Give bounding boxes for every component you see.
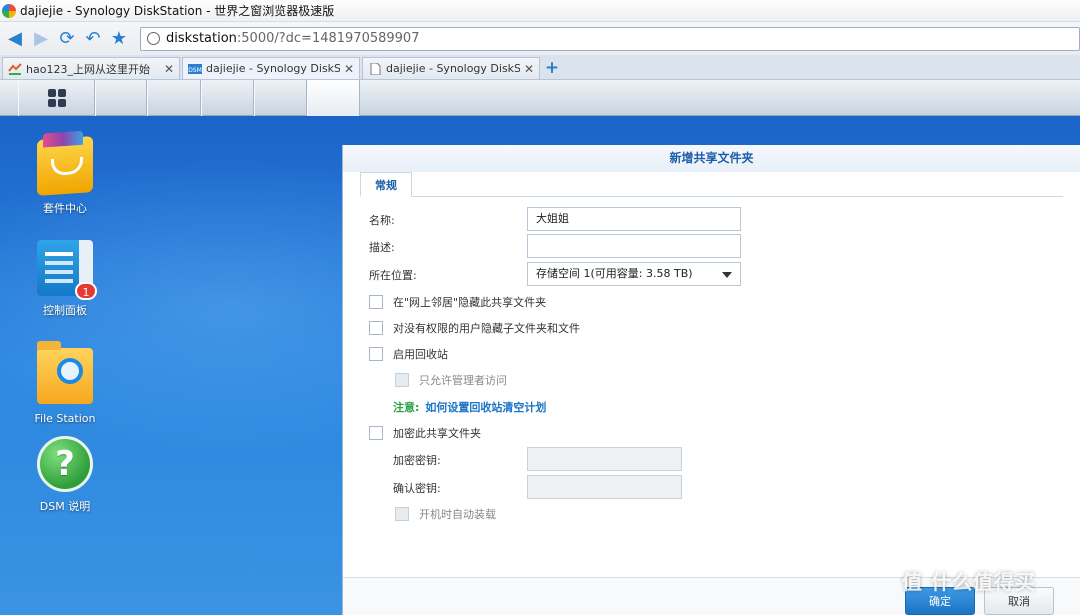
hide-network-label: 在"网上邻居"隐藏此共享文件夹: [393, 296, 547, 309]
svg-text:DSM: DSM: [188, 67, 202, 74]
refresh-icon[interactable]: ⟳: [56, 28, 78, 50]
tab-label: dajiejie - Synology DiskSta: [206, 62, 340, 75]
hide-network-row[interactable]: 在"网上邻居"隐藏此共享文件夹: [369, 294, 546, 310]
enc-key-label: 加密密钥:: [393, 454, 441, 467]
description-input[interactable]: [527, 234, 741, 258]
hide-subfolders-label: 对没有权限的用户隐藏子文件夹和文件: [393, 322, 580, 335]
globe-icon: [147, 32, 160, 45]
tab-hao123[interactable]: hao123_上网从这里开始 ✕: [2, 57, 180, 79]
encrypt-checkbox[interactable]: [369, 426, 383, 440]
close-icon[interactable]: ✕: [524, 62, 534, 76]
browser-toolbar: ◀ ▶ ⟳ ↶ ★ diskstation :5000/?dc=14819705…: [0, 22, 1080, 55]
help-icon: ?: [37, 436, 93, 492]
note-label: 注意:: [393, 401, 420, 414]
hide-network-checkbox[interactable]: [369, 295, 383, 309]
taskbar-slot[interactable]: [254, 80, 307, 116]
url-host: diskstation: [166, 31, 237, 46]
favorite-star-icon[interactable]: ★: [108, 28, 130, 50]
encrypt-label: 加密此共享文件夹: [393, 427, 481, 440]
new-tab-plus-icon[interactable]: +: [542, 58, 562, 78]
browser-logo-icon: [2, 3, 16, 18]
watermark-text: 值 什么值得买: [902, 570, 1036, 594]
tab-dsm[interactable]: dajiejie - Synology DiskSta ✕: [362, 57, 540, 79]
forward-arrow-icon[interactable]: ▶: [30, 28, 52, 50]
dialog-tab-strip: 常规: [360, 172, 1063, 197]
taskbar-slot[interactable]: [147, 80, 201, 116]
back-arrow-icon[interactable]: ◀: [4, 28, 26, 50]
desktop-dsm-help[interactable]: ? DSM 说明: [15, 436, 115, 514]
chevron-down-icon: [722, 272, 732, 278]
location-label: 所在位置:: [369, 269, 417, 282]
browser-title-bar: dajiejie - Synology DiskStation - 世界之窗浏览…: [0, 0, 1080, 22]
main-menu-button[interactable]: [18, 80, 95, 116]
desktop-control-panel[interactable]: 1 控制面板: [15, 240, 115, 318]
recycle-bin-label: 启用回收站: [393, 348, 448, 361]
desktop-icon-label: 控制面板: [43, 304, 87, 317]
admin-only-row: 只允许管理者访问: [395, 372, 507, 388]
package-center-icon: [37, 136, 93, 196]
address-bar[interactable]: diskstation :5000/?dc=1481970589907: [140, 26, 1080, 51]
url-rest: :5000/?dc=1481970589907: [236, 31, 420, 46]
hao123-favicon-icon: [8, 62, 22, 75]
name-input[interactable]: 大姐姐: [527, 207, 741, 231]
desktop-package-center[interactable]: 套件中心: [15, 136, 115, 216]
file-station-icon: [37, 341, 93, 404]
desktop-icon-label: DSM 说明: [39, 500, 91, 513]
tab-bar: hao123_上网从这里开始 ✕ DSM dajiejie - Synology…: [0, 55, 1080, 80]
encrypt-row[interactable]: 加密此共享文件夹: [369, 425, 481, 441]
dialog-title: 新增共享文件夹: [343, 145, 1080, 172]
tab-general[interactable]: 常规: [360, 172, 412, 197]
admin-only-checkbox: [395, 373, 409, 387]
recycle-note: 注意: 如何设置回收站清空计划: [393, 399, 546, 415]
notification-badge: 1: [75, 282, 97, 300]
taskbar-slot[interactable]: [201, 80, 254, 116]
automount-label: 开机时自动装载: [419, 508, 496, 521]
new-shared-folder-dialog: 新增共享文件夹 常规 名称: 大姐姐 描述: 所在位置: 存储空间 1(可用容量…: [342, 145, 1080, 615]
taskbar-slot[interactable]: [95, 80, 147, 116]
dsm-favicon-icon: DSM: [188, 63, 202, 74]
location-select[interactable]: 存储空间 1(可用容量: 3.58 TB): [527, 262, 741, 286]
hide-subfolders-row[interactable]: 对没有权限的用户隐藏子文件夹和文件: [369, 320, 580, 336]
name-label: 名称:: [369, 214, 395, 227]
tab-label: hao123_上网从这里开始: [26, 62, 150, 76]
tab-label: dajiejie - Synology DiskSta: [386, 62, 520, 75]
desktop-icon-label: File Station: [34, 412, 96, 425]
hide-subfolders-checkbox[interactable]: [369, 321, 383, 335]
automount-checkbox: [395, 507, 409, 521]
control-panel-icon: 1: [37, 240, 97, 300]
undo-icon[interactable]: ↶: [82, 28, 104, 50]
description-label: 描述:: [369, 241, 395, 254]
tab-dsm-active[interactable]: DSM dajiejie - Synology DiskSta ✕: [182, 57, 360, 79]
taskbar-slot-active[interactable]: [307, 80, 360, 116]
desktop-icon-label: 套件中心: [43, 202, 87, 215]
window-title: dajiejie - Synology DiskStation - 世界之窗浏览…: [20, 4, 335, 18]
location-select-value: 存储空间 1(可用容量: 3.58 TB): [536, 267, 693, 280]
page-icon: [370, 62, 381, 75]
recycle-schedule-link[interactable]: 如何设置回收站清空计划: [425, 399, 546, 415]
grid-menu-icon: [47, 89, 66, 107]
desktop-file-station[interactable]: File Station: [15, 341, 115, 425]
confirm-key-label: 确认密钥:: [393, 482, 441, 495]
dsm-taskbar: [0, 80, 1080, 116]
enc-key-input: [527, 447, 682, 471]
confirm-key-input: [527, 475, 682, 499]
recycle-bin-row[interactable]: 启用回收站: [369, 346, 448, 362]
admin-only-label: 只允许管理者访问: [419, 374, 507, 387]
close-icon[interactable]: ✕: [164, 62, 174, 76]
automount-row: 开机时自动装载: [395, 506, 496, 522]
close-icon[interactable]: ✕: [344, 62, 354, 76]
recycle-bin-checkbox[interactable]: [369, 347, 383, 361]
